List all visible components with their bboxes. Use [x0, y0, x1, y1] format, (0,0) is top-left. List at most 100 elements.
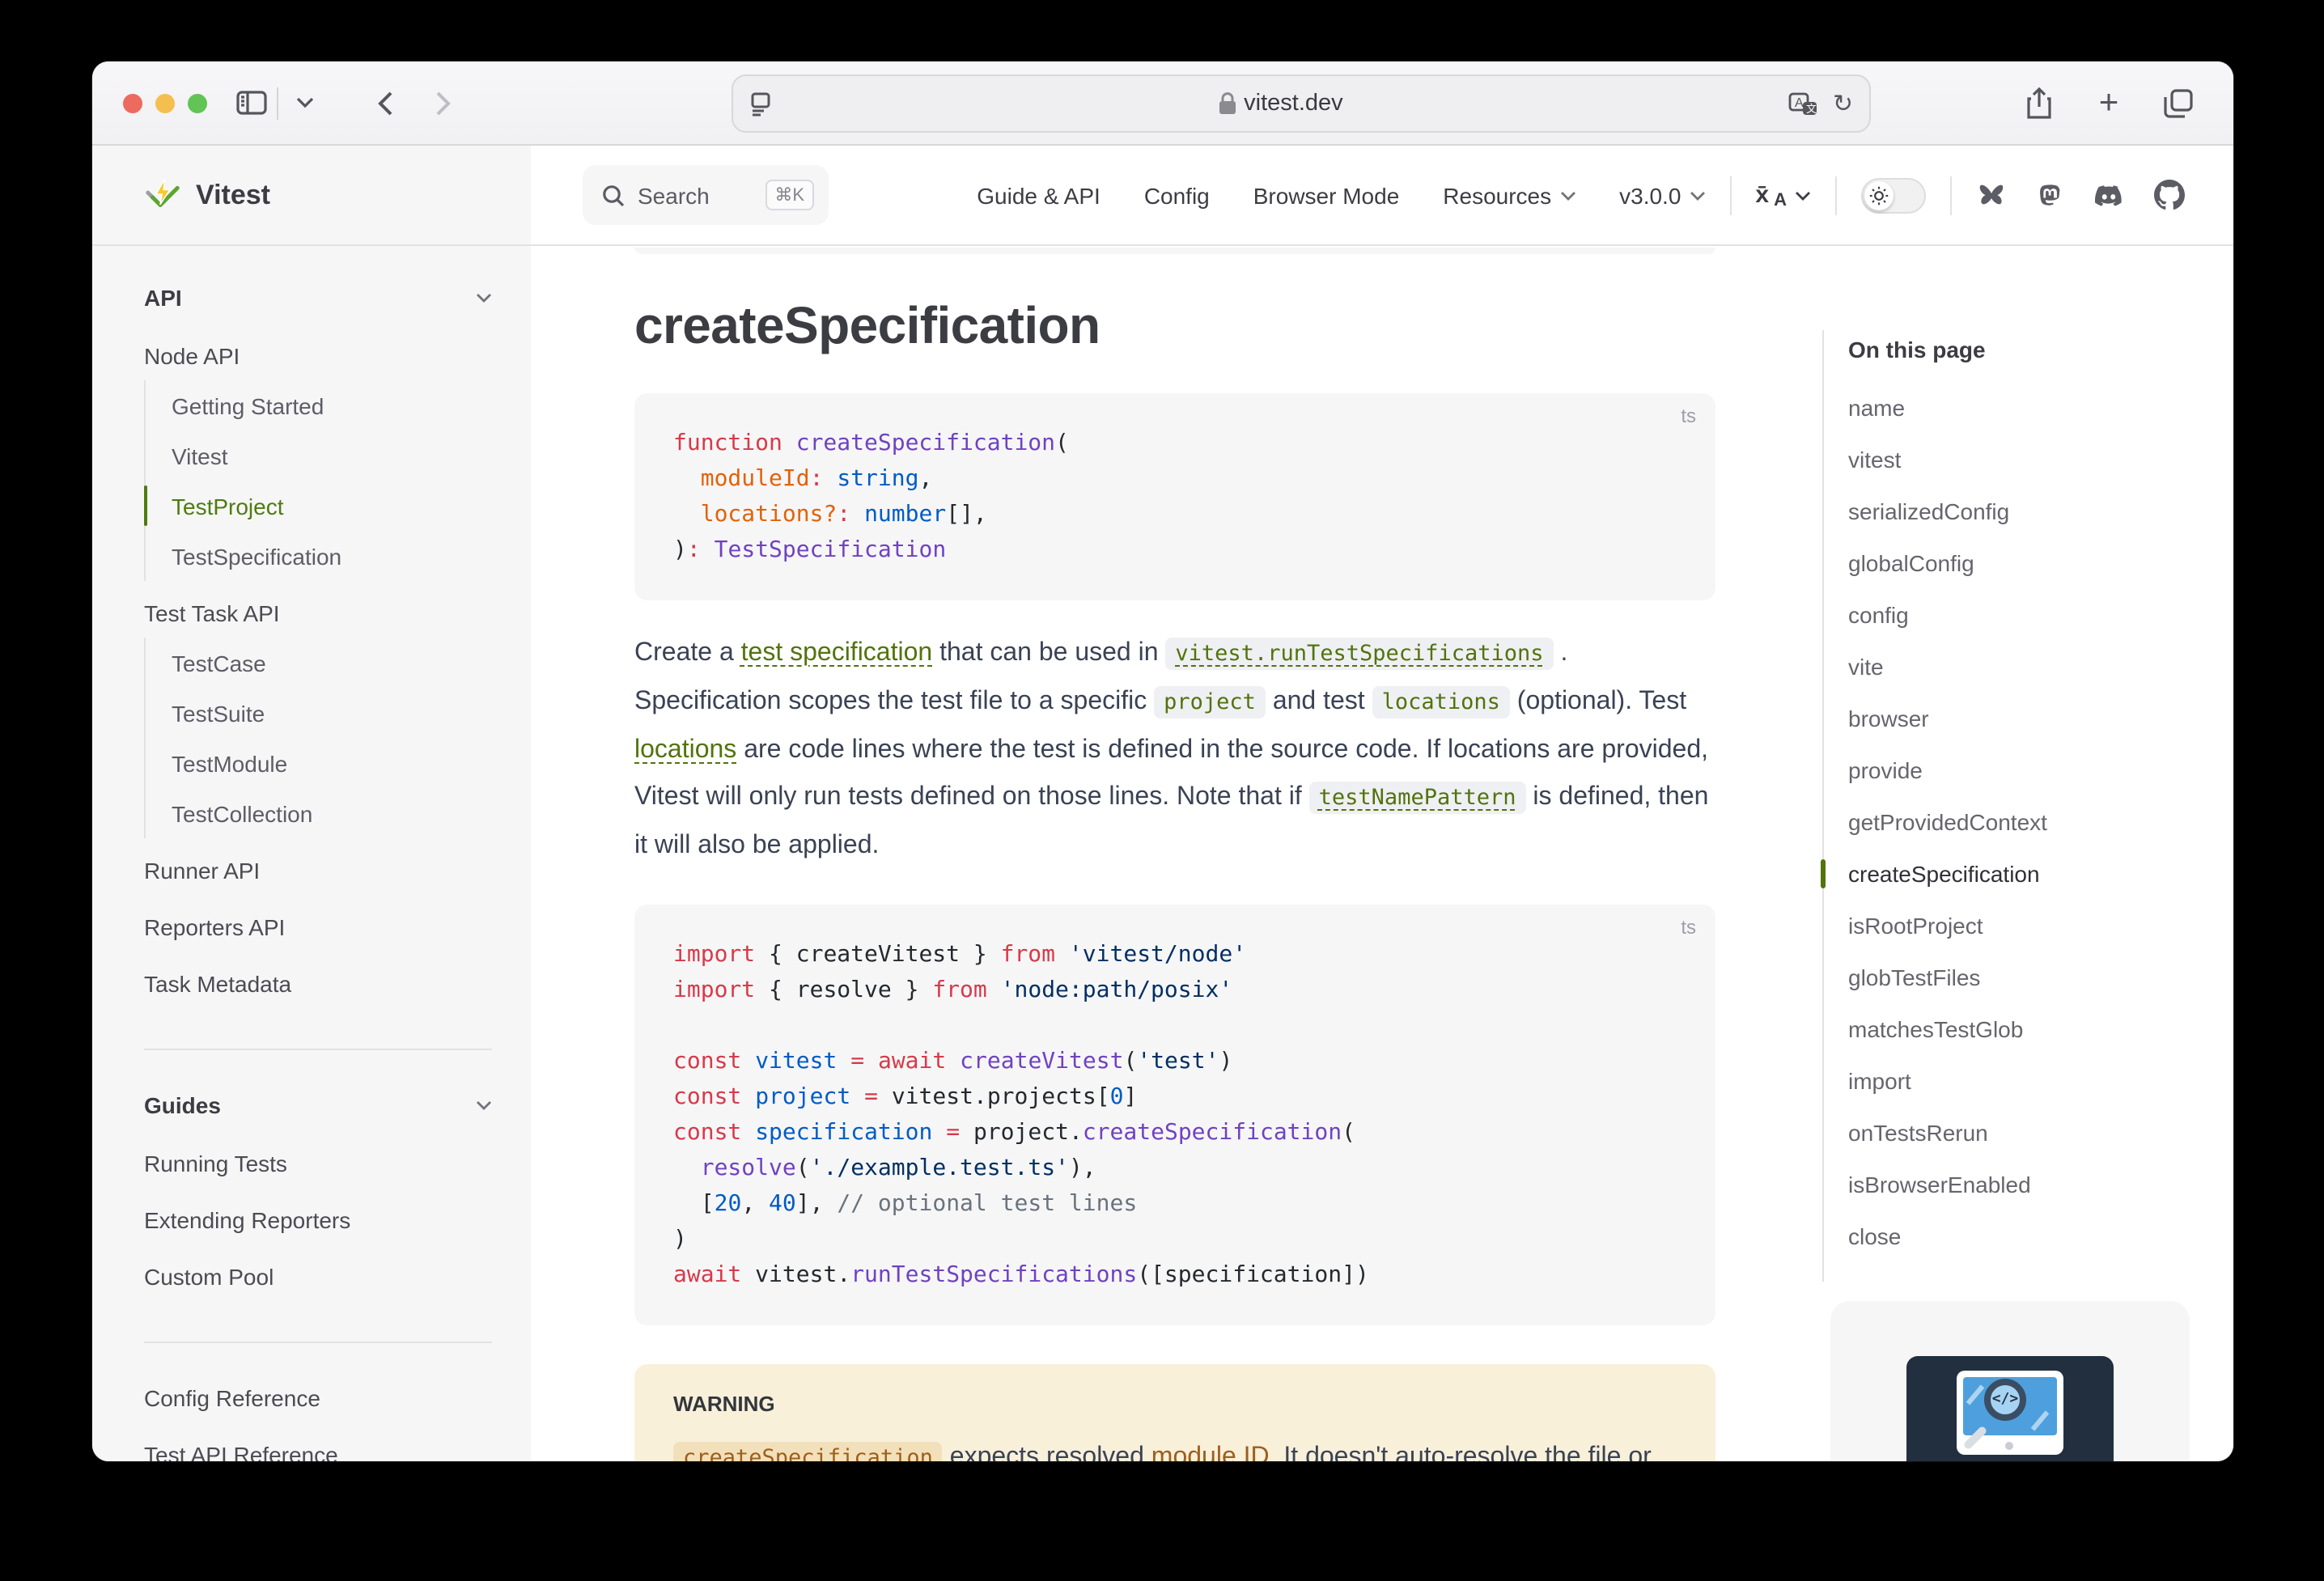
sidebar-item-guides[interactable]: Guides	[144, 1079, 492, 1131]
sidebar-item-custom-pool[interactable]: Custom Pool	[144, 1251, 492, 1301]
doc-text: and test	[1266, 688, 1372, 715]
divider	[1950, 176, 1952, 214]
translate-icon[interactable]: A 文	[1789, 91, 1818, 116]
doc-link-locations[interactable]: locations	[634, 736, 736, 764]
doc-link-testnamepattern[interactable]: testNamePattern	[1309, 782, 1526, 814]
tab-overview-button[interactable]	[2157, 82, 2199, 124]
doc-link-module-id[interactable]: module ID	[1151, 1443, 1270, 1461]
toc-item-isbrowserenabled[interactable]: isBrowserEnabled	[1848, 1159, 2227, 1210]
github-icon	[2154, 180, 2185, 210]
nav-link-guide-api[interactable]: Guide & API	[977, 182, 1101, 208]
toc-item-config[interactable]: config	[1848, 589, 2227, 641]
sidebar-divider	[144, 1049, 492, 1050]
mastodon-link[interactable]	[2036, 180, 2063, 210]
new-tab-button[interactable]: +	[2088, 82, 2130, 124]
doc-text: (optional). Test	[1510, 688, 1686, 715]
sidebar-item-testspecification[interactable]: TestSpecification	[144, 531, 492, 581]
zoom-window-button[interactable]	[188, 93, 207, 112]
forward-button[interactable]	[422, 82, 464, 124]
toc-item-matchestestglob[interactable]: matchesTestGlob	[1848, 1003, 2227, 1055]
close-window-button[interactable]	[123, 93, 142, 112]
site-header: Vitest Search ⌘K Guide & API Config Browse…	[92, 146, 2233, 246]
toc-item-globalconfig[interactable]: globalConfig	[1848, 537, 2227, 589]
toc-item-name[interactable]: name	[1848, 382, 2227, 434]
address-bar[interactable]: vitest.dev A 文 ↻	[732, 74, 1871, 133]
code-content: function createSpecification( moduleId: …	[673, 426, 1677, 568]
chevron-down-icon	[1559, 190, 1575, 200]
warning-title: WARNING	[673, 1392, 1677, 1416]
back-button[interactable]	[364, 82, 406, 124]
nav-links: Guide & API Config Browser Mode Resources v3…	[977, 182, 1705, 208]
toc-item-vitest[interactable]: vitest	[1848, 434, 2227, 485]
theme-toggle-knob	[1864, 180, 1894, 210]
search-icon	[602, 184, 625, 206]
toc-item-createspecification[interactable]: createSpecification	[1848, 848, 2227, 900]
divider	[1835, 176, 1837, 214]
sidebar-item-task-metadata[interactable]: Task Metadata	[144, 958, 492, 1008]
site-title: Vitest	[196, 179, 270, 211]
toc-item-getprovidedcontext[interactable]: getProvidedContext	[1848, 796, 2227, 848]
doc-text: that can be used in	[932, 639, 1165, 667]
toc-item-provide[interactable]: provide	[1848, 744, 2227, 796]
sidebar-item-testcase[interactable]: TestCase	[144, 638, 492, 688]
nav-link-resources[interactable]: Resources	[1443, 182, 1575, 208]
sidebar-item-config-reference[interactable]: Config Reference	[144, 1372, 492, 1422]
sidebar-item-test-api-reference[interactable]: Test API Reference	[144, 1429, 492, 1461]
sidebar-item-reporters-api[interactable]: Reporters API	[144, 901, 492, 952]
reload-icon[interactable]: ↻	[1833, 91, 1853, 116]
sidebar-divider	[144, 1342, 492, 1343]
theme-toggle[interactable]	[1861, 177, 1926, 213]
nav-link-v3-0-0[interactable]: v3.0.0	[1619, 182, 1705, 208]
tab-group-chevron-button[interactable]	[283, 82, 325, 124]
doc-link-vitest-runtestspecifications[interactable]: vitest.runTestSpecifications	[1165, 638, 1553, 670]
nav-link-browser-mode[interactable]: Browser Mode	[1253, 182, 1400, 208]
toc-item-vite[interactable]: vite	[1848, 641, 2227, 693]
sponsor-illustration: </>	[1906, 1356, 2114, 1461]
sidebar-item-testcollection[interactable]: TestCollection	[144, 788, 492, 838]
code-content: import { createVitest } from 'vitest/nod…	[673, 937, 1677, 1293]
nav-link-config[interactable]: Config	[1144, 182, 1210, 208]
sidebar-item-running-tests[interactable]: Running Tests	[144, 1138, 492, 1188]
reader-view-icon	[749, 91, 772, 116]
chevron-down-icon	[476, 293, 492, 303]
search-button[interactable]: Search ⌘K	[583, 165, 829, 225]
discord-link[interactable]	[2093, 182, 2125, 208]
sidebar-item-api[interactable]: API	[144, 272, 492, 324]
doc-text: Create a	[634, 639, 741, 667]
sidebar-toggle-button[interactable]	[230, 82, 272, 124]
minimize-window-button[interactable]	[155, 93, 175, 112]
toc-item-close[interactable]: close	[1848, 1210, 2227, 1262]
chevron-down-icon	[295, 97, 313, 108]
share-button[interactable]	[2018, 82, 2060, 124]
toc-item-import[interactable]: import	[1848, 1055, 2227, 1107]
sidebar-item-testproject[interactable]: TestProject	[144, 481, 492, 531]
sidebar-item-runner-api[interactable]: Runner API	[144, 845, 492, 895]
sidebar-item-getting-started[interactable]: Getting Started	[144, 380, 492, 430]
on-this-page: On this page namevitestserializedConfigg…	[1822, 246, 2227, 1282]
language-menu[interactable]: x̄A	[1755, 180, 1811, 210]
social-links	[1976, 180, 2185, 210]
bluesky-link[interactable]	[1976, 181, 2007, 209]
navbar: Search ⌘K Guide & API Config Browser Mode R…	[531, 146, 2233, 244]
sidebar-item-extending-reporters[interactable]: Extending Reporters	[144, 1194, 492, 1244]
sidebar: API Node APIGetting StartedVitestTestProj…	[92, 246, 531, 1461]
sun-icon	[1869, 185, 1889, 205]
toc-item-serializedconfig[interactable]: serializedConfig	[1848, 485, 2227, 537]
sidebar-item-test-task-api[interactable]: Test Task API	[144, 587, 492, 638]
sidebar-item-node-api[interactable]: Node API	[144, 330, 492, 380]
bluesky-icon	[1976, 181, 2007, 209]
site-brand[interactable]: Vitest	[92, 146, 531, 244]
sidebar-item-vitest[interactable]: Vitest	[144, 430, 492, 481]
doc-link-test-specification[interactable]: test specification	[741, 639, 933, 667]
sidebar-panel-icon	[235, 91, 266, 115]
toc-item-globtestfiles[interactable]: globTestFiles	[1848, 952, 2227, 1003]
github-link[interactable]	[2154, 180, 2185, 210]
monitor-illustration: </>	[1957, 1371, 2063, 1455]
sidebar-item-testsuite[interactable]: TestSuite	[144, 688, 492, 738]
sidebar-item-testmodule[interactable]: TestModule	[144, 738, 492, 788]
browser-titlebar: vitest.dev A 文 ↻	[92, 61, 2233, 146]
toc-item-isrootproject[interactable]: isRootProject	[1848, 900, 2227, 952]
sponsor-card[interactable]: </>	[1830, 1301, 2190, 1461]
toc-item-browser[interactable]: browser	[1848, 693, 2227, 744]
toc-item-ontestsrerun[interactable]: onTestsRerun	[1848, 1107, 2227, 1159]
